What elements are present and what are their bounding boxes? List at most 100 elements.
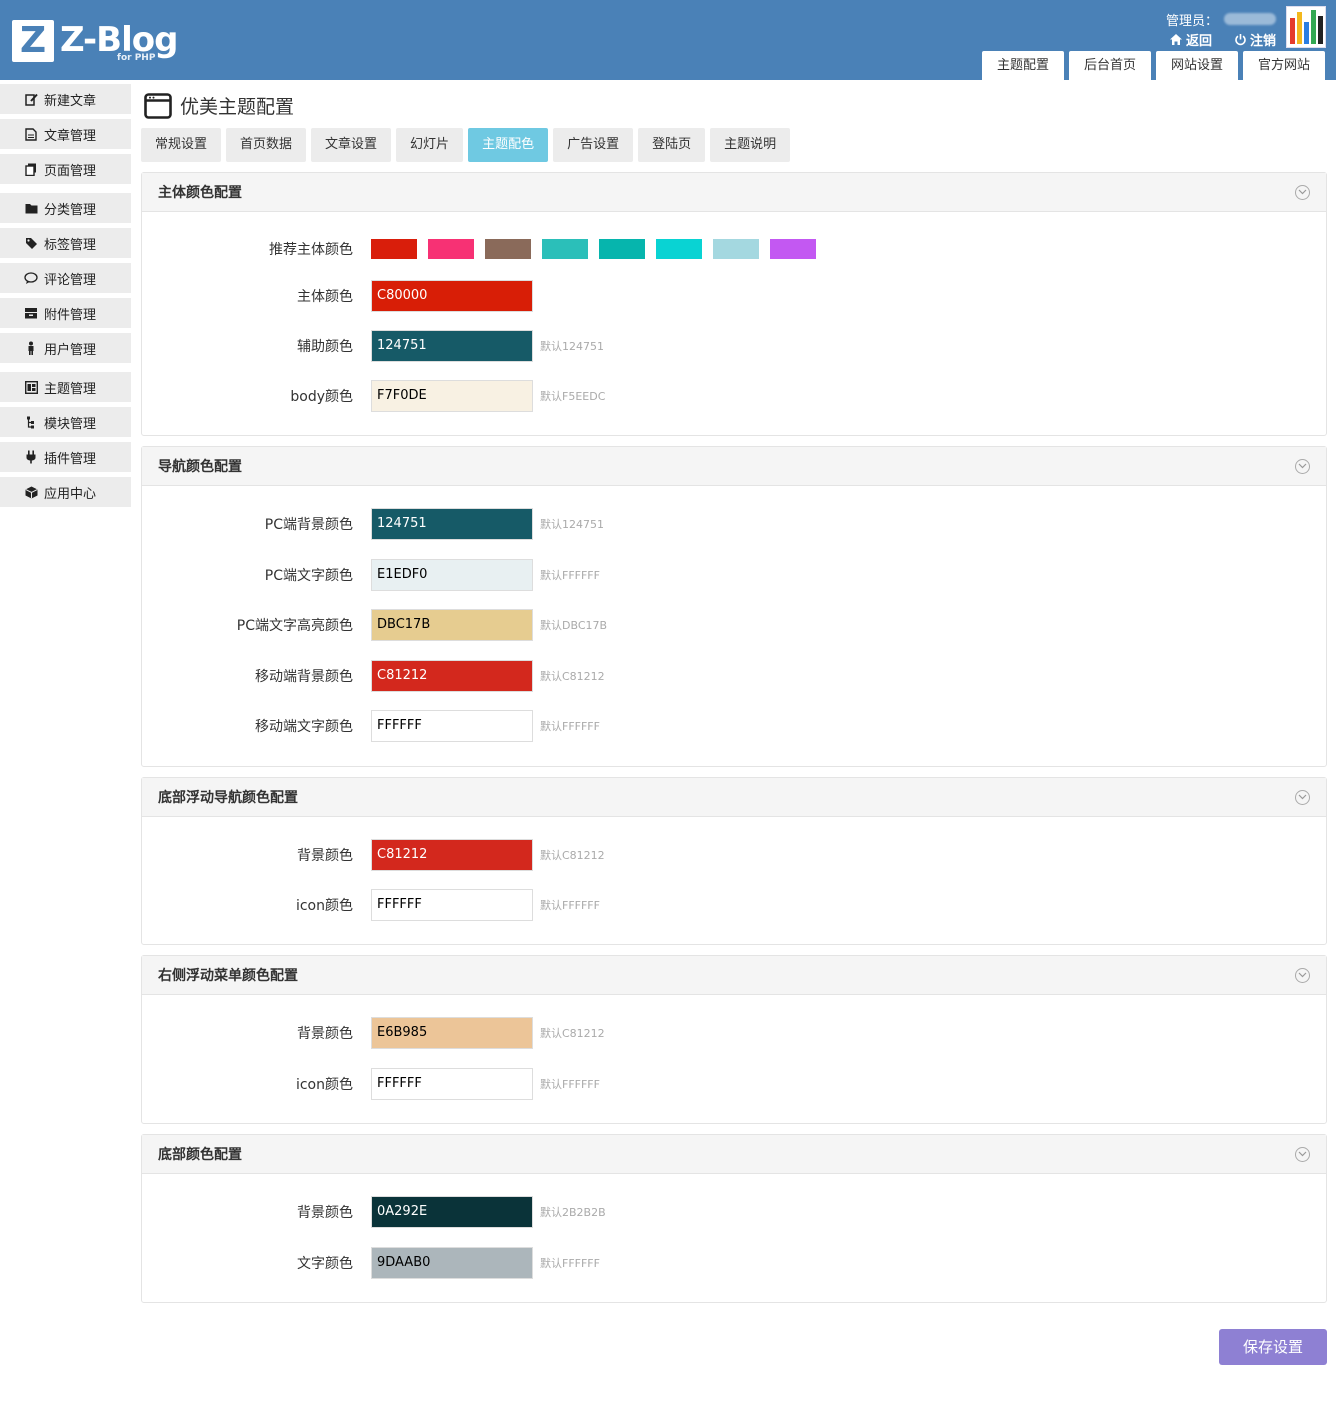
row-label: 文字颜色: [297, 1256, 353, 1272]
row-label: PC端文字颜色: [264, 568, 353, 584]
panel-header[interactable]: 主体颜色配置: [142, 173, 1326, 212]
chevron-down-icon[interactable]: [1295, 458, 1310, 474]
sidebar-item-app-center[interactable]: 应用中心: [0, 477, 131, 507]
right-menu-bg-input[interactable]: E6B985: [371, 1017, 533, 1049]
default-hint: 默认C81212: [540, 1027, 605, 1040]
chevron-down-icon[interactable]: [1295, 789, 1310, 805]
color-swatch[interactable]: [371, 239, 417, 259]
bottom-nav-icon-row: icon颜色 FFFFFF 默认FFFFFF: [142, 889, 600, 921]
logo-mark: Z: [12, 20, 54, 62]
chevron-down-icon[interactable]: [1295, 184, 1310, 200]
panel-title: 主体颜色配置: [158, 185, 242, 201]
default-hint: 默认FFFFFF: [540, 569, 600, 582]
pc-text-color-row: PC端文字颜色 E1EDF0 默认FFFFFF: [142, 559, 600, 591]
sidebar-item-pages[interactable]: 页面管理: [0, 154, 131, 184]
sidebar-item-plugins[interactable]: 插件管理: [0, 442, 131, 472]
color-swatch[interactable]: [713, 239, 759, 259]
default-hint: 默认FFFFFF: [540, 1257, 600, 1270]
panel-header[interactable]: 右侧浮动菜单颜色配置: [142, 956, 1326, 995]
top-tab-theme-config[interactable]: 主题配置: [982, 51, 1064, 80]
color-swatch[interactable]: [599, 239, 645, 259]
tab-general[interactable]: 常规设置: [141, 128, 222, 162]
tab-slideshow[interactable]: 幻灯片: [396, 128, 464, 162]
admin-label: 管理员：: [1165, 13, 1218, 29]
zblog-logo[interactable]: Z Z-Blog for PHP: [12, 20, 178, 64]
color-swatch[interactable]: [542, 239, 588, 259]
tab-ad-settings[interactable]: 广告设置: [553, 128, 634, 162]
pc-text-color-input[interactable]: E1EDF0: [371, 559, 533, 591]
top-header: Z Z-Blog for PHP 管理员： 返回 注销 主题配置 后台首页 网站…: [0, 0, 1336, 80]
top-tabs: 主题配置 后台首页 网站设置 官方网站: [982, 51, 1325, 80]
logout-link[interactable]: 注销: [1234, 30, 1276, 49]
swatch-list: [371, 239, 816, 259]
default-hint: 默认DBC17B: [540, 619, 608, 632]
panel-header[interactable]: 导航颜色配置: [142, 447, 1326, 486]
avatar[interactable]: [1286, 6, 1326, 48]
pc-highlight-color-row: PC端文字高亮颜色 DBC17B 默认DBC17B: [142, 609, 607, 641]
row-label: 背景颜色: [297, 848, 353, 864]
main-color-panel: 主体颜色配置 推荐主体颜色 主体颜色 C80000 辅助颜色 124751 默认…: [141, 172, 1327, 436]
color-swatch[interactable]: [428, 239, 474, 259]
tab-home-data[interactable]: 首页数据: [226, 128, 307, 162]
mobile-bg-color-input[interactable]: C81212: [371, 660, 533, 692]
body-color-input[interactable]: F7F0DE: [371, 380, 533, 412]
footer-text-input[interactable]: 9DAAB0: [371, 1247, 533, 1279]
window-icon: [144, 92, 172, 119]
sidebar-item-attachments[interactable]: 附件管理: [0, 298, 131, 328]
top-tab-admin-home[interactable]: 后台首页: [1069, 51, 1151, 80]
secondary-color-input[interactable]: 124751: [371, 330, 533, 362]
chevron-down-icon[interactable]: [1295, 967, 1310, 983]
body-color-row: body颜色 F7F0DE 默认F5EEDC: [142, 380, 605, 412]
edit-icon: [24, 92, 38, 106]
page-title: 优美主题配置: [180, 96, 295, 118]
tab-theme-docs[interactable]: 主题说明: [710, 128, 791, 162]
main-color-input[interactable]: C80000: [371, 280, 533, 312]
sidebar-item-articles[interactable]: 文章管理: [0, 119, 131, 149]
sidebar-item-categories[interactable]: 分类管理: [0, 193, 131, 223]
sidebar-item-label: 主题管理: [44, 381, 97, 397]
tab-login-page[interactable]: 登陆页: [638, 128, 706, 162]
panel-title: 底部浮动导航颜色配置: [158, 790, 298, 806]
comment-icon: [24, 271, 38, 285]
row-label: PC端文字高亮颜色: [236, 618, 353, 634]
color-swatch[interactable]: [485, 239, 531, 259]
row-label: 推荐主体颜色: [269, 242, 353, 258]
sidebar-item-themes[interactable]: 主题管理: [0, 372, 131, 402]
right-menu-bg-row: 背景颜色 E6B985 默认C81212: [142, 1017, 605, 1049]
sidebar: 新建文章 文章管理 页面管理 分类管理 标签管理 评论管理 附件管理 用户管理 …: [0, 84, 131, 512]
tab-theme-colors[interactable]: 主题配色: [468, 128, 549, 162]
tab-article-settings[interactable]: 文章设置: [311, 128, 392, 162]
default-hint: 默认C81212: [540, 670, 605, 683]
row-label: 背景颜色: [297, 1205, 353, 1221]
top-tab-official-site[interactable]: 官方网站: [1243, 51, 1325, 80]
bottom-nav-icon-input[interactable]: FFFFFF: [371, 889, 533, 921]
bottom-nav-bg-input[interactable]: C81212: [371, 839, 533, 871]
pc-bg-color-input[interactable]: 124751: [371, 508, 533, 540]
panel-title: 底部颜色配置: [158, 1147, 242, 1163]
panel-header[interactable]: 底部颜色配置: [142, 1135, 1326, 1174]
save-button[interactable]: 保存设置: [1219, 1329, 1327, 1365]
back-link[interactable]: 返回: [1169, 30, 1212, 49]
sidebar-item-modules[interactable]: 模块管理: [0, 407, 131, 437]
top-tab-site-settings[interactable]: 网站设置: [1156, 51, 1238, 80]
secondary-color-row: 辅助颜色 124751 默认124751: [142, 330, 604, 362]
row-label: icon颜色: [295, 898, 353, 914]
user-icon: [24, 341, 38, 355]
document-icon: [24, 127, 38, 141]
mobile-text-color-input[interactable]: FFFFFF: [371, 710, 533, 742]
sidebar-item-users[interactable]: 用户管理: [0, 333, 131, 363]
footer-bg-input[interactable]: 0A292E: [371, 1196, 533, 1228]
recommended-colors-row: 推荐主体颜色: [142, 233, 816, 265]
right-menu-icon-input[interactable]: FFFFFF: [371, 1068, 533, 1100]
pages-icon: [24, 162, 38, 176]
pc-highlight-color-input[interactable]: DBC17B: [371, 609, 533, 641]
color-swatch[interactable]: [770, 239, 816, 259]
color-swatch[interactable]: [656, 239, 702, 259]
sidebar-item-label: 应用中心: [44, 486, 97, 502]
sidebar-item-label: 文章管理: [44, 128, 97, 144]
sidebar-item-new-article[interactable]: 新建文章: [0, 84, 131, 114]
sidebar-item-tags[interactable]: 标签管理: [0, 228, 131, 258]
sidebar-item-comments[interactable]: 评论管理: [0, 263, 131, 293]
chevron-down-icon[interactable]: [1295, 1146, 1310, 1162]
panel-header[interactable]: 底部浮动导航颜色配置: [142, 778, 1326, 817]
